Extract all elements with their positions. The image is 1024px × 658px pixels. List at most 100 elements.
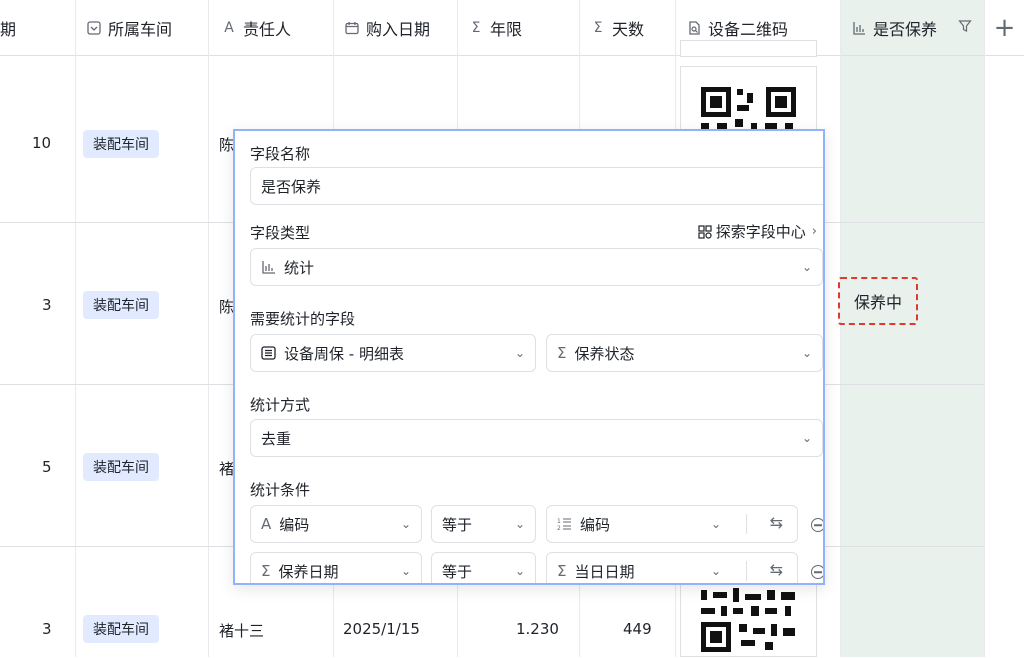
table-icon [261, 346, 276, 360]
sigma-icon: Σ [471, 19, 481, 36]
stat-field-value: 保养状态 [574, 344, 635, 363]
header-period[interactable]: 期 [0, 0, 75, 56]
auto-number-icon: 12 [557, 517, 572, 531]
field-type-label: 字段类型 [250, 224, 311, 242]
cell-period[interactable]: 3 [42, 296, 52, 314]
header-owner[interactable]: A 责任人 [209, 0, 333, 56]
stat-field-select[interactable]: Σ 保养状态 ⌄ [546, 334, 823, 372]
sigma-icon: Σ [593, 19, 603, 36]
chevron-down-icon: ⌄ [514, 517, 525, 531]
workshop-tag[interactable]: 装配车间 [83, 291, 159, 319]
condition-value-value: 编码 [580, 515, 611, 534]
column-divider [75, 0, 76, 657]
maintenance-status-value: 保养中 [853, 293, 902, 312]
stat-table-value: 设备周保 - 明细表 [284, 344, 404, 363]
cell-years[interactable]: 1.230 [516, 620, 559, 638]
chevron-down-icon: ⌄ [801, 260, 812, 274]
column-divider [840, 0, 841, 657]
cell-period[interactable]: 3 [42, 620, 52, 638]
condition-field-value: 保养日期 [278, 562, 339, 581]
condition-field-select[interactable]: A 编码 ⌄ [250, 505, 422, 543]
condition-operator-select[interactable]: 等于 ⌄ [431, 552, 536, 583]
condition-operator-value: 等于 [442, 515, 473, 534]
explore-field-center-link[interactable]: 探索字段中心 › [698, 221, 817, 242]
chevron-down-icon: ⌄ [514, 346, 525, 360]
header-workshop-label: 所属车间 [108, 19, 173, 39]
cell-purchase-date[interactable]: 2025/1/15 [343, 620, 420, 638]
qr-code-thumbnail[interactable] [680, 40, 817, 57]
chevron-down-icon: ⌄ [514, 564, 525, 578]
selected-column-highlight [841, 0, 984, 657]
method-label: 统计方式 [250, 396, 311, 414]
chevron-down-icon: ⌄ [801, 431, 812, 445]
header-maintenance[interactable]: 是否保养 [841, 0, 984, 56]
condition-field-select[interactable]: Σ 保养日期 ⌄ [250, 552, 422, 583]
header-years[interactable]: Σ 年限 [458, 0, 579, 56]
cell-owner[interactable]: 褚十三 [219, 620, 264, 641]
workshop-tag[interactable]: 装配车间 [83, 615, 159, 643]
chevron-down-icon: ⌄ [400, 517, 411, 531]
field-type-value: 统计 [284, 258, 315, 277]
text-icon: A [261, 515, 272, 533]
chevron-right-icon: › [811, 224, 817, 239]
cell-period[interactable]: 5 [42, 458, 52, 476]
field-config-panel: 字段名称 是否保养 字段类型 探索字段中心 › 统计 ⌄ 需要统计的字段 设备周… [233, 129, 825, 585]
condition-field-value: 编码 [279, 515, 310, 534]
column-divider [984, 0, 985, 657]
field-type-select[interactable]: 统计 ⌄ [250, 248, 823, 286]
stat-field-label: 需要统计的字段 [250, 310, 356, 328]
maintenance-status-cell[interactable]: 保养中 [838, 277, 918, 325]
conditions-label: 统计条件 [250, 481, 311, 499]
single-select-icon [86, 20, 102, 36]
header-maintenance-label: 是否保养 [873, 19, 938, 39]
header-days[interactable]: Σ 天数 [580, 0, 675, 56]
condition-operator-value: 等于 [442, 562, 473, 581]
field-name-label: 字段名称 [250, 145, 311, 163]
sigma-icon: Σ [557, 562, 567, 580]
condition-value-value: 当日日期 [574, 562, 635, 581]
separator [746, 514, 747, 534]
calendar-icon [344, 20, 360, 36]
swap-icon[interactable]: ⇆ [770, 513, 783, 532]
cell-owner[interactable]: 陈 [219, 296, 234, 317]
cell-days[interactable]: 449 [623, 620, 652, 638]
svg-text:1: 1 [557, 518, 561, 525]
chevron-down-icon: ⌄ [801, 346, 812, 360]
remove-condition-icon[interactable] [811, 565, 823, 579]
separator [746, 561, 747, 581]
chevron-down-icon: ⌄ [710, 564, 721, 578]
workshop-tag[interactable]: 装配车间 [83, 130, 159, 158]
header-purchase-date[interactable]: 购入日期 [334, 0, 457, 56]
header-owner-label: 责任人 [243, 19, 292, 39]
attachment-icon [686, 20, 702, 36]
cell-period[interactable]: 10 [32, 134, 51, 152]
method-select[interactable]: 去重 ⌄ [250, 419, 823, 457]
chevron-down-icon: ⌄ [710, 517, 721, 531]
condition-operator-select[interactable]: 等于 ⌄ [431, 505, 536, 543]
header-purchase-date-label: 购入日期 [366, 19, 431, 39]
sigma-icon: Σ [261, 562, 271, 580]
header-workshop[interactable]: 所属车间 [76, 0, 208, 56]
filter-icon[interactable] [958, 18, 972, 37]
svg-text:2: 2 [557, 525, 561, 531]
grid-apps-icon [698, 224, 712, 239]
condition-value-select[interactable]: 12 编码 ⌄ ⇆ [546, 505, 798, 543]
header-years-label: 年限 [490, 19, 523, 39]
field-name-value: 是否保养 [261, 177, 322, 196]
stat-table-select[interactable]: 设备周保 - 明细表 ⌄ [250, 334, 536, 372]
method-value: 去重 [261, 429, 292, 448]
remove-condition-icon[interactable] [811, 518, 823, 532]
condition-value-select[interactable]: Σ 当日日期 ⌄ ⇆ [546, 552, 798, 583]
field-name-input[interactable]: 是否保养 [250, 167, 823, 205]
explore-label: 探索字段中心 [715, 223, 806, 241]
swap-icon[interactable]: ⇆ [770, 560, 783, 579]
text-icon: A [224, 19, 234, 36]
header-qrcode-label: 设备二维码 [708, 19, 789, 39]
cell-owner[interactable]: 陈 [219, 134, 234, 155]
cell-owner[interactable]: 褚 [219, 458, 234, 479]
header-days-label: 天数 [612, 19, 645, 39]
sigma-icon: Σ [557, 344, 567, 362]
workshop-tag[interactable]: 装配车间 [83, 453, 159, 481]
add-column-button[interactable]: + [985, 0, 1024, 56]
header-period-label: 期 [0, 19, 17, 39]
